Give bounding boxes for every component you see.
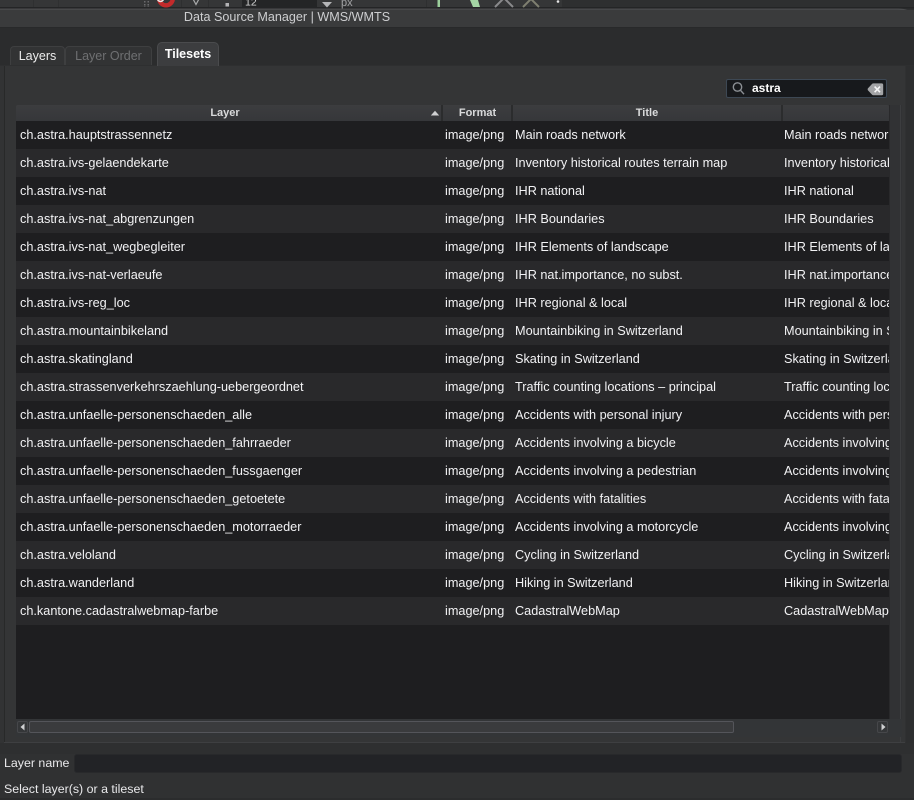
svg-text:12: 12 (245, 0, 257, 9)
svg-text:px: px (341, 0, 353, 9)
